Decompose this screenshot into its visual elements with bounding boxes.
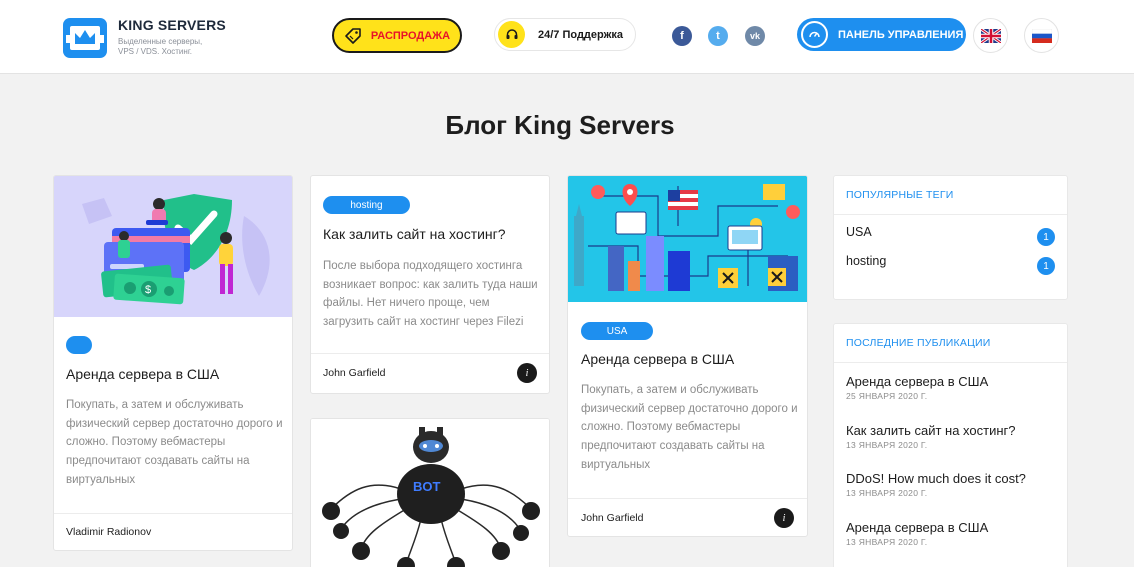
tag-item[interactable]: hosting 1 [846, 254, 1056, 275]
twitter-icon[interactable]: t [708, 26, 728, 46]
sale-button[interactable]: РАСПРОДАЖА [332, 18, 462, 53]
control-panel-button[interactable]: ПАНЕЛЬ УПРАВЛЕНИЯ [797, 18, 966, 51]
post-tag[interactable] [66, 336, 92, 354]
crown-logo-icon[interactable] [62, 15, 108, 61]
recent-posts-title: ПОСЛЕДНИЕ ПУБЛИКАЦИИ [846, 337, 991, 349]
bot-label: BOT [413, 479, 441, 494]
post-card[interactable]: BOT [310, 418, 550, 567]
post-author: Vladimir Radionov [66, 526, 152, 538]
recent-post-title[interactable]: Как залить сайт на хостинг? [846, 423, 1061, 438]
post-title[interactable]: Аренда сервера в США [581, 351, 734, 367]
brand-name[interactable]: KING SERVERS [118, 17, 226, 33]
post-excerpt: Покупать, а затем и обслуживать физическ… [66, 399, 283, 486]
tag-item[interactable]: USA 1 [846, 225, 1056, 246]
sale-label: РАСПРОДАЖА [370, 29, 451, 42]
language-en-button[interactable] [973, 18, 1008, 53]
vk-icon[interactable]: vk [745, 26, 765, 46]
post-title[interactable]: Аренда сервера в США [66, 366, 219, 382]
tag-name[interactable]: hosting [846, 254, 886, 268]
popular-tags-title: ПОПУЛЯРНЫЕ ТЕГИ [846, 189, 954, 201]
post-card[interactable]: $ Аренда сервера в США Покупать, а затем… [53, 175, 293, 551]
recent-post-title[interactable]: Аренда сервера в США [846, 374, 1061, 389]
recent-post-date: 13 ЯНВАРЯ 2020 Г. [846, 488, 928, 498]
usa-servers-illustration[interactable] [568, 176, 808, 302]
recent-post-title[interactable]: DDoS! How much does it cost? [846, 471, 1061, 486]
recent-post-item[interactable]: DDoS! How much does it cost? 13 ЯНВАРЯ 2… [846, 471, 1061, 498]
site-header: KING SERVERS Выделенные серверы, VPS / V… [0, 0, 1134, 74]
dashboard-icon [801, 21, 828, 48]
ticket-icon [345, 27, 361, 44]
tag-name[interactable]: USA [846, 225, 872, 239]
recent-post-title[interactable]: Аренда сервера в США [846, 520, 1061, 535]
support-button[interactable]: 24/7 Поддержка [494, 18, 636, 51]
ru-flag-icon [1031, 28, 1052, 43]
post-title[interactable]: Как залить сайт на хостинг? [323, 226, 506, 242]
botnet-illustration[interactable]: BOT [311, 419, 550, 567]
payment-illustration[interactable]: $ [54, 176, 293, 317]
page-title: Блог King Servers [445, 110, 675, 140]
post-author: John Garfield [323, 367, 386, 379]
widget-divider [834, 214, 1067, 215]
post-card[interactable]: hosting Как залить сайт на хостинг? Посл… [310, 175, 550, 394]
info-icon[interactable]: i [774, 508, 794, 528]
recent-post-date: 25 ЯНВАРЯ 2020 Г. [846, 391, 928, 401]
post-excerpt: После выбора подходящего хостинга возник… [323, 260, 538, 329]
brand-tagline: Выделенные серверы, VPS / VDS. Хостинг. [118, 37, 203, 56]
recent-post-date: 13 ЯНВАРЯ 2020 Г. [846, 537, 928, 547]
post-tag[interactable]: hosting [323, 196, 410, 214]
recent-post-date: 13 ЯНВАРЯ 2020 Г. [846, 440, 928, 450]
recent-posts-widget: ПОСЛЕДНИЕ ПУБЛИКАЦИИ Аренда сервера в СШ… [833, 323, 1068, 567]
support-label: 24/7 Поддержка [538, 28, 624, 41]
post-card[interactable]: USA Аренда сервера в США Покупать, а зат… [567, 175, 808, 537]
post-tag[interactable]: USA [581, 322, 653, 340]
svg-text:$: $ [145, 284, 151, 296]
headset-icon [498, 21, 525, 48]
tag-count-badge: 1 [1037, 257, 1055, 275]
recent-post-item[interactable]: Как залить сайт на хостинг? 13 ЯНВАРЯ 20… [846, 423, 1061, 450]
widget-divider [834, 362, 1067, 363]
recent-post-item[interactable]: Аренда сервера в США 13 ЯНВАРЯ 2020 Г. [846, 520, 1061, 547]
card-divider [311, 353, 549, 354]
post-author: John Garfield [581, 512, 644, 524]
card-divider [568, 498, 807, 499]
popular-tags-widget: ПОПУЛЯРНЫЕ ТЕГИ USA 1 hosting 1 [833, 175, 1068, 300]
tag-count-badge: 1 [1037, 228, 1055, 246]
facebook-icon[interactable]: f [672, 26, 692, 46]
language-ru-button[interactable] [1024, 18, 1059, 53]
post-excerpt: Покупать, а затем и обслуживать физическ… [581, 384, 798, 471]
info-icon[interactable]: i [517, 363, 537, 383]
control-panel-label: ПАНЕЛЬ УПРАВЛЕНИЯ [838, 28, 964, 41]
card-divider [54, 513, 292, 514]
uk-flag-icon [980, 28, 1001, 43]
recent-post-item[interactable]: Аренда сервера в США 25 ЯНВАРЯ 2020 Г. [846, 374, 1061, 401]
